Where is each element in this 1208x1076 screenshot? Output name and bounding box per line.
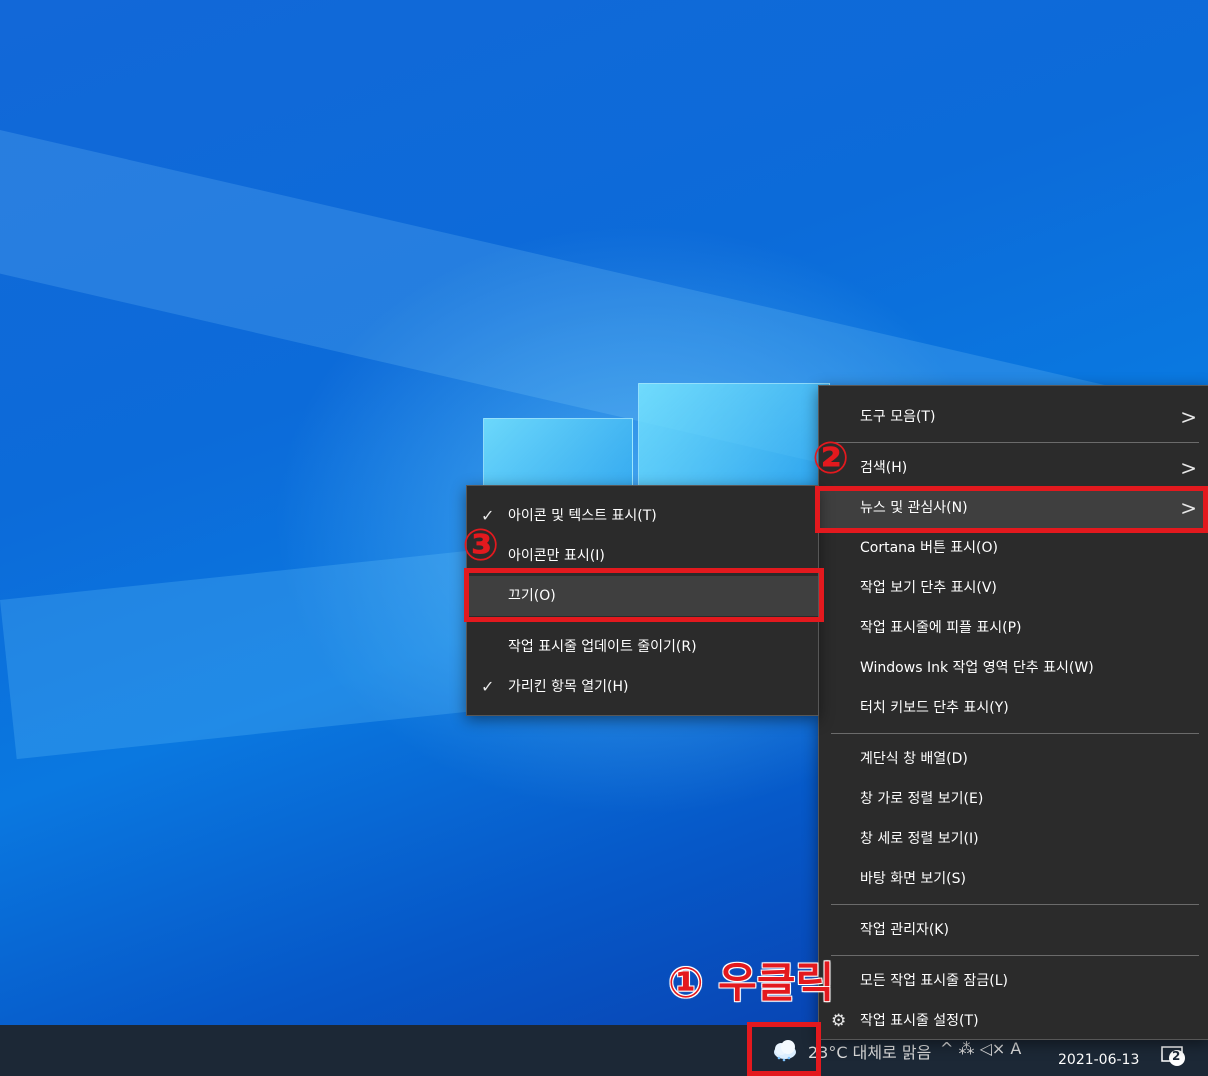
menu-item-label: Cortana 버튼 표시(O)	[860, 540, 998, 556]
notification-count: 2	[1172, 1049, 1181, 1063]
menu-item-touch-keyboard[interactable]: 터치 키보드 단추 표시(Y)	[819, 688, 1208, 728]
menu-item-label: 작업 표시줄에 피플 표시(P)	[860, 620, 1022, 636]
menu-item-show-desktop[interactable]: 바탕 화면 보기(S)	[819, 859, 1208, 899]
menu-separator	[831, 955, 1199, 956]
menu-item-label: 아이콘만 표시(I)	[508, 548, 605, 564]
menu-item-windows-ink[interactable]: Windows Ink 작업 영역 단추 표시(W)	[819, 648, 1208, 688]
menu-separator	[831, 733, 1199, 734]
menu-item-cascade[interactable]: 계단식 창 배열(D)	[819, 739, 1208, 779]
chevron-right-icon: >	[1180, 456, 1197, 480]
menu-separator	[831, 904, 1199, 905]
cloud-icon[interactable]	[770, 1037, 798, 1063]
menu-item-label: 도구 모음(T)	[860, 409, 936, 425]
tray-icons[interactable]: ^ ⁂ ◁× A	[940, 1039, 1021, 1058]
menu-item-taskbar-settings[interactable]: ⚙ 작업 표시줄 설정(T)	[819, 1001, 1208, 1041]
submenu-item-turn-off[interactable]: 끄기(O)	[467, 576, 818, 616]
menu-item-label: 터치 키보드 단추 표시(Y)	[860, 700, 1009, 716]
menu-item-news-and-interests[interactable]: 뉴스 및 관심사(N) >	[819, 488, 1208, 528]
submenu-item-reduce-updates[interactable]: 작업 표시줄 업데이트 줄이기(R)	[467, 627, 818, 667]
menu-item-label: 창 세로 정렬 보기(I)	[860, 831, 979, 847]
menu-item-label: 검색(H)	[860, 460, 908, 476]
menu-item-label: Windows Ink 작업 영역 단추 표시(W)	[860, 660, 1094, 676]
check-icon: ✓	[481, 677, 495, 696]
taskbar-context-menu: 도구 모음(T) > 검색(H) > 뉴스 및 관심사(N) > Cortana 버튼…	[818, 385, 1208, 1040]
notification-icon[interactable]: 2	[1160, 1045, 1188, 1067]
menu-item-search[interactable]: 검색(H) >	[819, 448, 1208, 488]
chevron-right-icon: >	[1180, 405, 1197, 429]
menu-item-people[interactable]: 작업 표시줄에 피플 표시(P)	[819, 608, 1208, 648]
menu-item-label: 작업 표시줄 설정(T)	[860, 1013, 979, 1029]
weather-text[interactable]: 23°C 대체로 맑음	[808, 1039, 931, 1063]
step-1-right-click-label: ① 우클릭	[668, 958, 835, 1007]
menu-item-label: 뉴스 및 관심사(N)	[860, 500, 968, 516]
menu-item-label: 모든 작업 표시줄 잠금(L)	[860, 973, 1008, 989]
news-and-interests-submenu: ✓ 아이콘 및 텍스트 표시(T) 아이콘만 표시(I) 끄기(O) 작업 표시줄…	[466, 485, 819, 716]
menu-separator	[479, 621, 808, 622]
menu-separator	[831, 442, 1199, 443]
submenu-item-open-on-hover[interactable]: ✓ 가리킨 항목 열기(H)	[467, 667, 818, 707]
menu-item-label: 가리킨 항목 열기(H)	[508, 679, 629, 695]
menu-item-label: 창 가로 정렬 보기(E)	[860, 791, 984, 807]
menu-item-task-manager[interactable]: 작업 관리자(K)	[819, 910, 1208, 950]
menu-item-lock-taskbar[interactable]: 모든 작업 표시줄 잠금(L)	[819, 961, 1208, 1001]
menu-item-cortana-button[interactable]: Cortana 버튼 표시(O)	[819, 528, 1208, 568]
chevron-right-icon: >	[1180, 496, 1197, 520]
submenu-item-show-icon-and-text[interactable]: ✓ 아이콘 및 텍스트 표시(T)	[467, 496, 818, 536]
step-3-marker: ③	[462, 520, 500, 571]
menu-item-label: 바탕 화면 보기(S)	[860, 871, 966, 887]
menu-item-label: 계단식 창 배열(D)	[860, 751, 968, 767]
menu-item-toolbars[interactable]: 도구 모음(T) >	[819, 397, 1208, 437]
menu-item-label: 작업 관리자(K)	[860, 922, 949, 938]
menu-item-label: 끄기(O)	[508, 588, 556, 604]
menu-item-stacked[interactable]: 창 가로 정렬 보기(E)	[819, 779, 1208, 819]
step-2-marker: ②	[812, 433, 850, 484]
menu-item-label: 작업 표시줄 업데이트 줄이기(R)	[508, 639, 697, 655]
menu-item-label: 작업 보기 단추 표시(V)	[860, 580, 997, 596]
menu-item-side-by-side[interactable]: 창 세로 정렬 보기(I)	[819, 819, 1208, 859]
menu-item-task-view-button[interactable]: 작업 보기 단추 표시(V)	[819, 568, 1208, 608]
menu-item-label: 아이콘 및 텍스트 표시(T)	[508, 508, 657, 524]
clock-date[interactable]: 2021-06-13	[1058, 1052, 1139, 1068]
submenu-item-show-icon-only[interactable]: 아이콘만 표시(I)	[467, 536, 818, 576]
